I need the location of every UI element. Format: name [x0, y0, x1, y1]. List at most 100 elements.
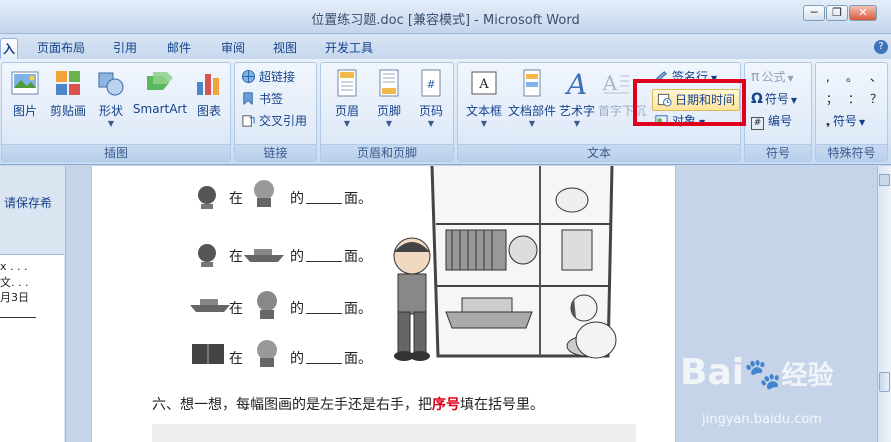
plant-icon: [254, 180, 274, 207]
paw-icon: 🐾: [744, 357, 782, 392]
tab-insert[interactable]: 入: [0, 38, 18, 59]
shapes-button[interactable]: 形状 ▼: [94, 68, 128, 129]
quick-parts-button[interactable]: 文档部件 ▼: [506, 68, 558, 129]
header-button[interactable]: 页眉 ▼: [327, 68, 367, 129]
textbox-icon: A: [471, 71, 497, 95]
period-symbol-button[interactable]: 。: [846, 67, 858, 87]
symbol-button[interactable]: Ω 符号 ▼: [751, 89, 797, 109]
scroll-thumb[interactable]: [879, 372, 890, 392]
cross-reference-icon: [242, 115, 255, 127]
colon-symbol-button[interactable]: ：: [848, 89, 860, 109]
exercise-row: 在: [229, 351, 243, 367]
chevron-down-icon: ▼: [528, 119, 536, 128]
page-number-button[interactable]: # 页码 ▼: [411, 68, 451, 129]
smartart-icon: [147, 72, 173, 90]
equation-button[interactable]: π 公式 ▼: [751, 67, 794, 87]
group-label: 页眉和页脚: [321, 144, 453, 161]
tab-view[interactable]: 视图: [268, 38, 302, 59]
boy-illustration: [393, 237, 431, 361]
tab-review[interactable]: 审阅: [216, 38, 250, 59]
chevron-down-icon: ▼: [385, 119, 393, 128]
plant-icon: [257, 340, 277, 367]
minimize-button[interactable]: ─: [803, 5, 825, 21]
picture-icon: [11, 71, 39, 95]
hands-illustration: [152, 424, 636, 442]
wordart-button[interactable]: A 艺术字 ▼: [558, 68, 596, 129]
blank-field[interactable]: [306, 192, 342, 204]
semicolon-symbol-button[interactable]: ；: [826, 89, 838, 109]
header-icon: [337, 69, 357, 97]
special-symbol-button[interactable]: ❟ 符号 ▼: [826, 111, 865, 131]
blank-field[interactable]: [306, 352, 342, 364]
enum-comma-symbol-button[interactable]: 、: [870, 67, 882, 87]
clock-icon: [198, 244, 216, 267]
title-bar: 位置练习题.doc [兼容模式] - Microsoft Word ─ ❐ ✕: [0, 0, 891, 34]
ship-icon: [244, 249, 284, 262]
tab-page-layout[interactable]: 页面布局: [34, 38, 88, 59]
chevron-down-icon: ▼: [343, 119, 351, 128]
footer-icon: [379, 69, 399, 97]
chevron-down-icon: ▼: [858, 118, 866, 127]
tab-references[interactable]: 引用: [108, 38, 142, 59]
exercise-row: 的面。: [290, 351, 372, 367]
highlight-box: [633, 79, 746, 126]
tab-developer[interactable]: 开发工具: [322, 38, 376, 59]
question-highlight: 序号: [432, 397, 460, 413]
group-symbols: π 公式 ▼ Ω 符号 ▼ # 编号 符号: [744, 62, 812, 162]
exercise-row: 在: [229, 249, 243, 265]
question-text: 六、想一想，每幅图画的是左手还是右手，把序号填在括号里。: [152, 397, 544, 413]
textbox-button[interactable]: A 文本框 ▼: [462, 68, 506, 129]
vertical-scrollbar[interactable]: [877, 166, 891, 442]
dot-icon: ❟: [826, 117, 830, 128]
bookmark-button[interactable]: 书签: [241, 89, 283, 109]
svg-text:#: #: [426, 78, 435, 91]
question-symbol-button[interactable]: ？: [870, 89, 882, 109]
chevron-down-icon: ▼: [787, 74, 794, 83]
group-special-symbols: , 。 、 ； ： ？ ❟ 符号 ▼ 特殊符号: [815, 62, 888, 162]
exercise-row: 的面。: [290, 249, 372, 265]
chevron-down-icon: ▼: [573, 119, 581, 128]
wordart-icon: A: [564, 68, 587, 98]
scroll-up-icon[interactable]: [879, 174, 890, 186]
chevron-down-icon: ▼: [790, 96, 798, 105]
clipart-button[interactable]: 剪贴画: [46, 68, 90, 119]
group-header-footer: 页眉 ▼ 页脚 ▼ # 页码 ▼ 页眉和页脚: [320, 62, 454, 162]
blank-field[interactable]: [306, 250, 342, 262]
hyperlink-button[interactable]: 超链接: [241, 67, 295, 87]
help-icon[interactable]: ?: [874, 40, 888, 54]
dog-illustration: [570, 294, 617, 359]
svg-text:A: A: [478, 77, 489, 92]
clock-icon: [198, 186, 216, 209]
chart-icon: [197, 74, 219, 95]
page-number-icon: #: [421, 69, 441, 97]
tab-mailings[interactable]: 邮件: [162, 38, 196, 59]
blank-field[interactable]: [306, 302, 342, 314]
ribbon: 图片 剪贴画 形状 ▼ SmartArt 图表 插图 超链接 书签 交叉引用 链…: [0, 59, 891, 165]
footer-button[interactable]: 页脚 ▼: [369, 68, 409, 129]
smartart-button[interactable]: SmartArt: [132, 68, 188, 116]
right-margin: [676, 166, 866, 442]
group-links: 超链接 书签 交叉引用 链接: [234, 62, 317, 162]
exercise-row: 的面。: [290, 301, 372, 317]
close-button[interactable]: ✕: [849, 5, 877, 21]
document-page[interactable]: 在 的面。 在 的面。 在 的面。 在 的面。 六、想一想，每幅图画的是左手还是…: [91, 166, 676, 442]
svg-text:A: A: [602, 71, 618, 95]
group-label: 链接: [235, 144, 316, 161]
window-title: 位置练习题.doc [兼容模式] - Microsoft Word: [311, 13, 580, 28]
picture-button[interactable]: 图片: [8, 68, 42, 119]
quick-parts-icon: [523, 69, 541, 97]
restore-button[interactable]: ❐: [826, 5, 848, 21]
book-icon: [192, 344, 224, 364]
numbering-button[interactable]: # 编号: [751, 111, 792, 131]
left-pane-card: x . . . 文. . . 月3日: [0, 254, 64, 442]
exercise-row: 的面。: [290, 191, 372, 207]
comma-symbol-button[interactable]: ,: [826, 67, 830, 87]
drop-cap-button[interactable]: A 首字下沉: [598, 68, 646, 119]
chart-button[interactable]: 图表: [192, 68, 226, 119]
cross-reference-button[interactable]: 交叉引用: [241, 111, 307, 131]
chevron-down-icon: ▼: [427, 119, 435, 128]
separator-line: [0, 317, 36, 318]
pi-icon: π: [751, 69, 760, 85]
exercise-row: 在: [229, 191, 243, 207]
flower-icon: [257, 291, 277, 319]
